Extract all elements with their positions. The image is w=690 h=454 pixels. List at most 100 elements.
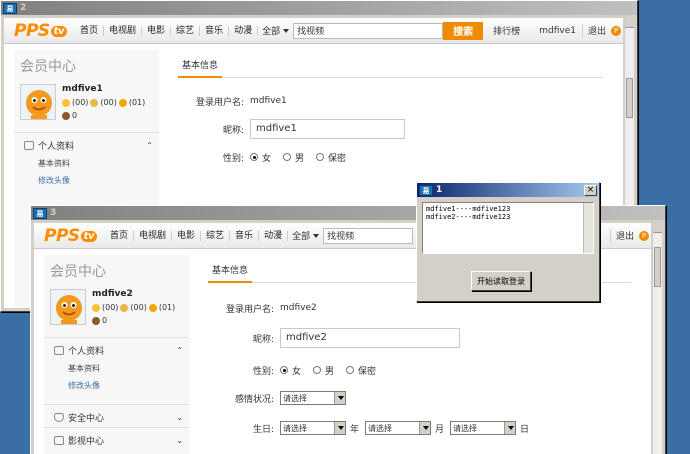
- login-username-value: mdfive2: [280, 303, 317, 313]
- user-icon: [54, 346, 64, 355]
- emotion-select[interactable]: 请选择: [280, 391, 346, 405]
- menu-security-center[interactable]: 安全中心 ⌄: [44, 404, 189, 427]
- login-username-value: mdfive1: [250, 96, 287, 106]
- profile-username: mdfive2: [92, 289, 133, 299]
- sub-edit-avatar[interactable]: 修改头像: [14, 172, 159, 189]
- nickname-input[interactable]: mdfive2: [280, 328, 460, 348]
- chevron-down-icon: [283, 28, 290, 33]
- all-dropdown[interactable]: 全部: [288, 229, 323, 242]
- nav-tv[interactable]: 电视剧: [104, 25, 143, 36]
- menu-personal-info[interactable]: 个人资料 ⌃: [14, 132, 159, 155]
- search-input[interactable]: 找视频: [323, 227, 414, 244]
- nickname-row: 昵称: mdfive2: [208, 325, 651, 351]
- tab-basic-info[interactable]: 基本信息: [208, 255, 253, 283]
- pps-logo[interactable]: PPS tv: [14, 21, 67, 41]
- nav-variety[interactable]: 综艺: [171, 25, 201, 36]
- gender-secret-radio[interactable]: 保密: [316, 151, 346, 164]
- account-list-textarea[interactable]: mdfive1----mdfive123 mdfive2----mdfive12…: [422, 202, 594, 254]
- avatar[interactable]: [50, 289, 86, 325]
- search-input[interactable]: 找视频: [293, 22, 444, 39]
- member-center-title: 会员中心: [20, 59, 76, 75]
- gender-row: 性别: 女 男 保密: [208, 357, 651, 383]
- login-dialog: 易 1 × mdfive1----mdfive123 mdfive2----md…: [416, 182, 600, 302]
- window-2-title: 2: [20, 3, 27, 13]
- birth-month-select[interactable]: 请选择: [365, 421, 432, 435]
- dialog-title: 1: [436, 185, 443, 195]
- profile-card: mdfive2 (00) (00) (01) 0: [44, 287, 189, 331]
- profile-stats: (00) (00) (01): [62, 98, 145, 107]
- profile-username: mdfive1: [62, 84, 103, 94]
- app-icon: 易: [3, 2, 17, 14]
- app-icon: 易: [419, 184, 433, 196]
- window-2-titlebar[interactable]: 易 2: [1, 1, 637, 15]
- username-link[interactable]: mdfive1: [539, 26, 582, 36]
- profile-card: mdfive1 (00) (00) (01) 0: [14, 82, 159, 126]
- sub-edit-avatar[interactable]: 修改头像: [44, 377, 189, 394]
- start-login-button[interactable]: 开始读取登录: [471, 271, 531, 291]
- member-sidebar: 会员中心 mdfive2 (00) (00) (01) 0 个人资料 ⌃ 基本资…: [44, 255, 189, 454]
- pps-small-logo-icon: P: [611, 25, 621, 36]
- nav-home[interactable]: 首页: [75, 25, 104, 36]
- chevron-down-icon: ⌄: [176, 436, 183, 445]
- gender-female-radio[interactable]: 女: [250, 151, 271, 164]
- menu-video-center[interactable]: 影视中心 ⌄: [44, 427, 189, 450]
- nickname-input[interactable]: mdfive1: [250, 119, 405, 139]
- dialog-titlebar[interactable]: 易 1 ×: [417, 183, 599, 197]
- gender-female-radio[interactable]: 女: [280, 364, 301, 377]
- chevron-up-icon: ⌃: [146, 141, 153, 150]
- menu-personal-info[interactable]: 个人资料 ⌃: [44, 337, 189, 360]
- avatar-character-icon: [56, 295, 82, 324]
- smile-icon: [92, 303, 100, 312]
- logout-link[interactable]: 退出: [609, 229, 639, 242]
- avatar[interactable]: [20, 84, 56, 120]
- chevron-down-icon: [504, 422, 516, 434]
- chevron-down-icon: ⌄: [176, 413, 183, 422]
- app-icon: 易: [33, 207, 47, 219]
- account-line-1: mdfive1----mdfive123: [426, 205, 511, 213]
- birthday-row: 生日: 请选择 年 请选择 月 请选择 日: [208, 415, 651, 441]
- window-3-scrollbar[interactable]: [652, 223, 662, 454]
- all-dropdown[interactable]: 全部: [258, 24, 293, 37]
- nav-music[interactable]: 音乐: [200, 25, 230, 36]
- nav-movie[interactable]: 电影: [142, 25, 172, 36]
- textarea-scrollbar[interactable]: [583, 203, 593, 253]
- star-icon: [118, 98, 127, 107]
- star-icon: [148, 303, 157, 312]
- gender-row: 性别: 女 男 保密: [178, 144, 623, 170]
- gender-secret-radio[interactable]: 保密: [346, 364, 376, 377]
- ranking-link[interactable]: 排行榜: [483, 24, 532, 37]
- chevron-down-icon: [419, 422, 431, 434]
- member-center-title: 会员中心: [50, 264, 106, 280]
- pps-small-logo-icon: P: [639, 230, 649, 241]
- profile-stats: (00) (00) (01): [92, 303, 175, 312]
- pps-logo[interactable]: PPS tv: [44, 226, 97, 246]
- chevron-down-icon: [313, 233, 320, 238]
- birth-day-select[interactable]: 请选择: [450, 421, 517, 435]
- avatar-character-icon: [26, 90, 52, 119]
- sub-basic-info[interactable]: 基本资料: [14, 155, 159, 172]
- nav-tv[interactable]: 电视剧: [134, 230, 173, 241]
- moon-icon: [90, 98, 99, 107]
- nav-variety[interactable]: 综艺: [201, 230, 231, 241]
- gender-male-radio[interactable]: 男: [283, 151, 304, 164]
- top-navbar: PPS tv 首页 电视剧 电影 综艺 音乐 动漫 全部 找视频 搜索 排行榜 m…: [4, 18, 623, 44]
- chevron-up-icon: ⌃: [176, 346, 183, 355]
- birth-year-select[interactable]: 请选择: [280, 421, 346, 435]
- sub-basic-info[interactable]: 基本资料: [44, 360, 189, 377]
- coin-icon: [62, 111, 70, 120]
- nav-home[interactable]: 首页: [105, 230, 134, 241]
- nav-anime[interactable]: 动漫: [259, 230, 289, 241]
- nav-anime[interactable]: 动漫: [229, 25, 259, 36]
- nav-movie[interactable]: 电影: [172, 230, 202, 241]
- emotion-row: 感情状况: 请选择: [208, 385, 651, 411]
- nav-music[interactable]: 音乐: [230, 230, 260, 241]
- search-button[interactable]: 搜索: [443, 21, 484, 40]
- logout-link[interactable]: 退出: [581, 24, 611, 37]
- tab-basic-info[interactable]: 基本信息: [178, 50, 223, 78]
- nickname-row: 昵称: mdfive1: [178, 116, 623, 142]
- close-button[interactable]: ×: [584, 184, 597, 196]
- gender-male-radio[interactable]: 男: [313, 364, 334, 377]
- login-row: 登录用户名: mdfive1: [195, 96, 287, 108]
- film-icon: [54, 436, 64, 445]
- coin-icon: [92, 316, 100, 325]
